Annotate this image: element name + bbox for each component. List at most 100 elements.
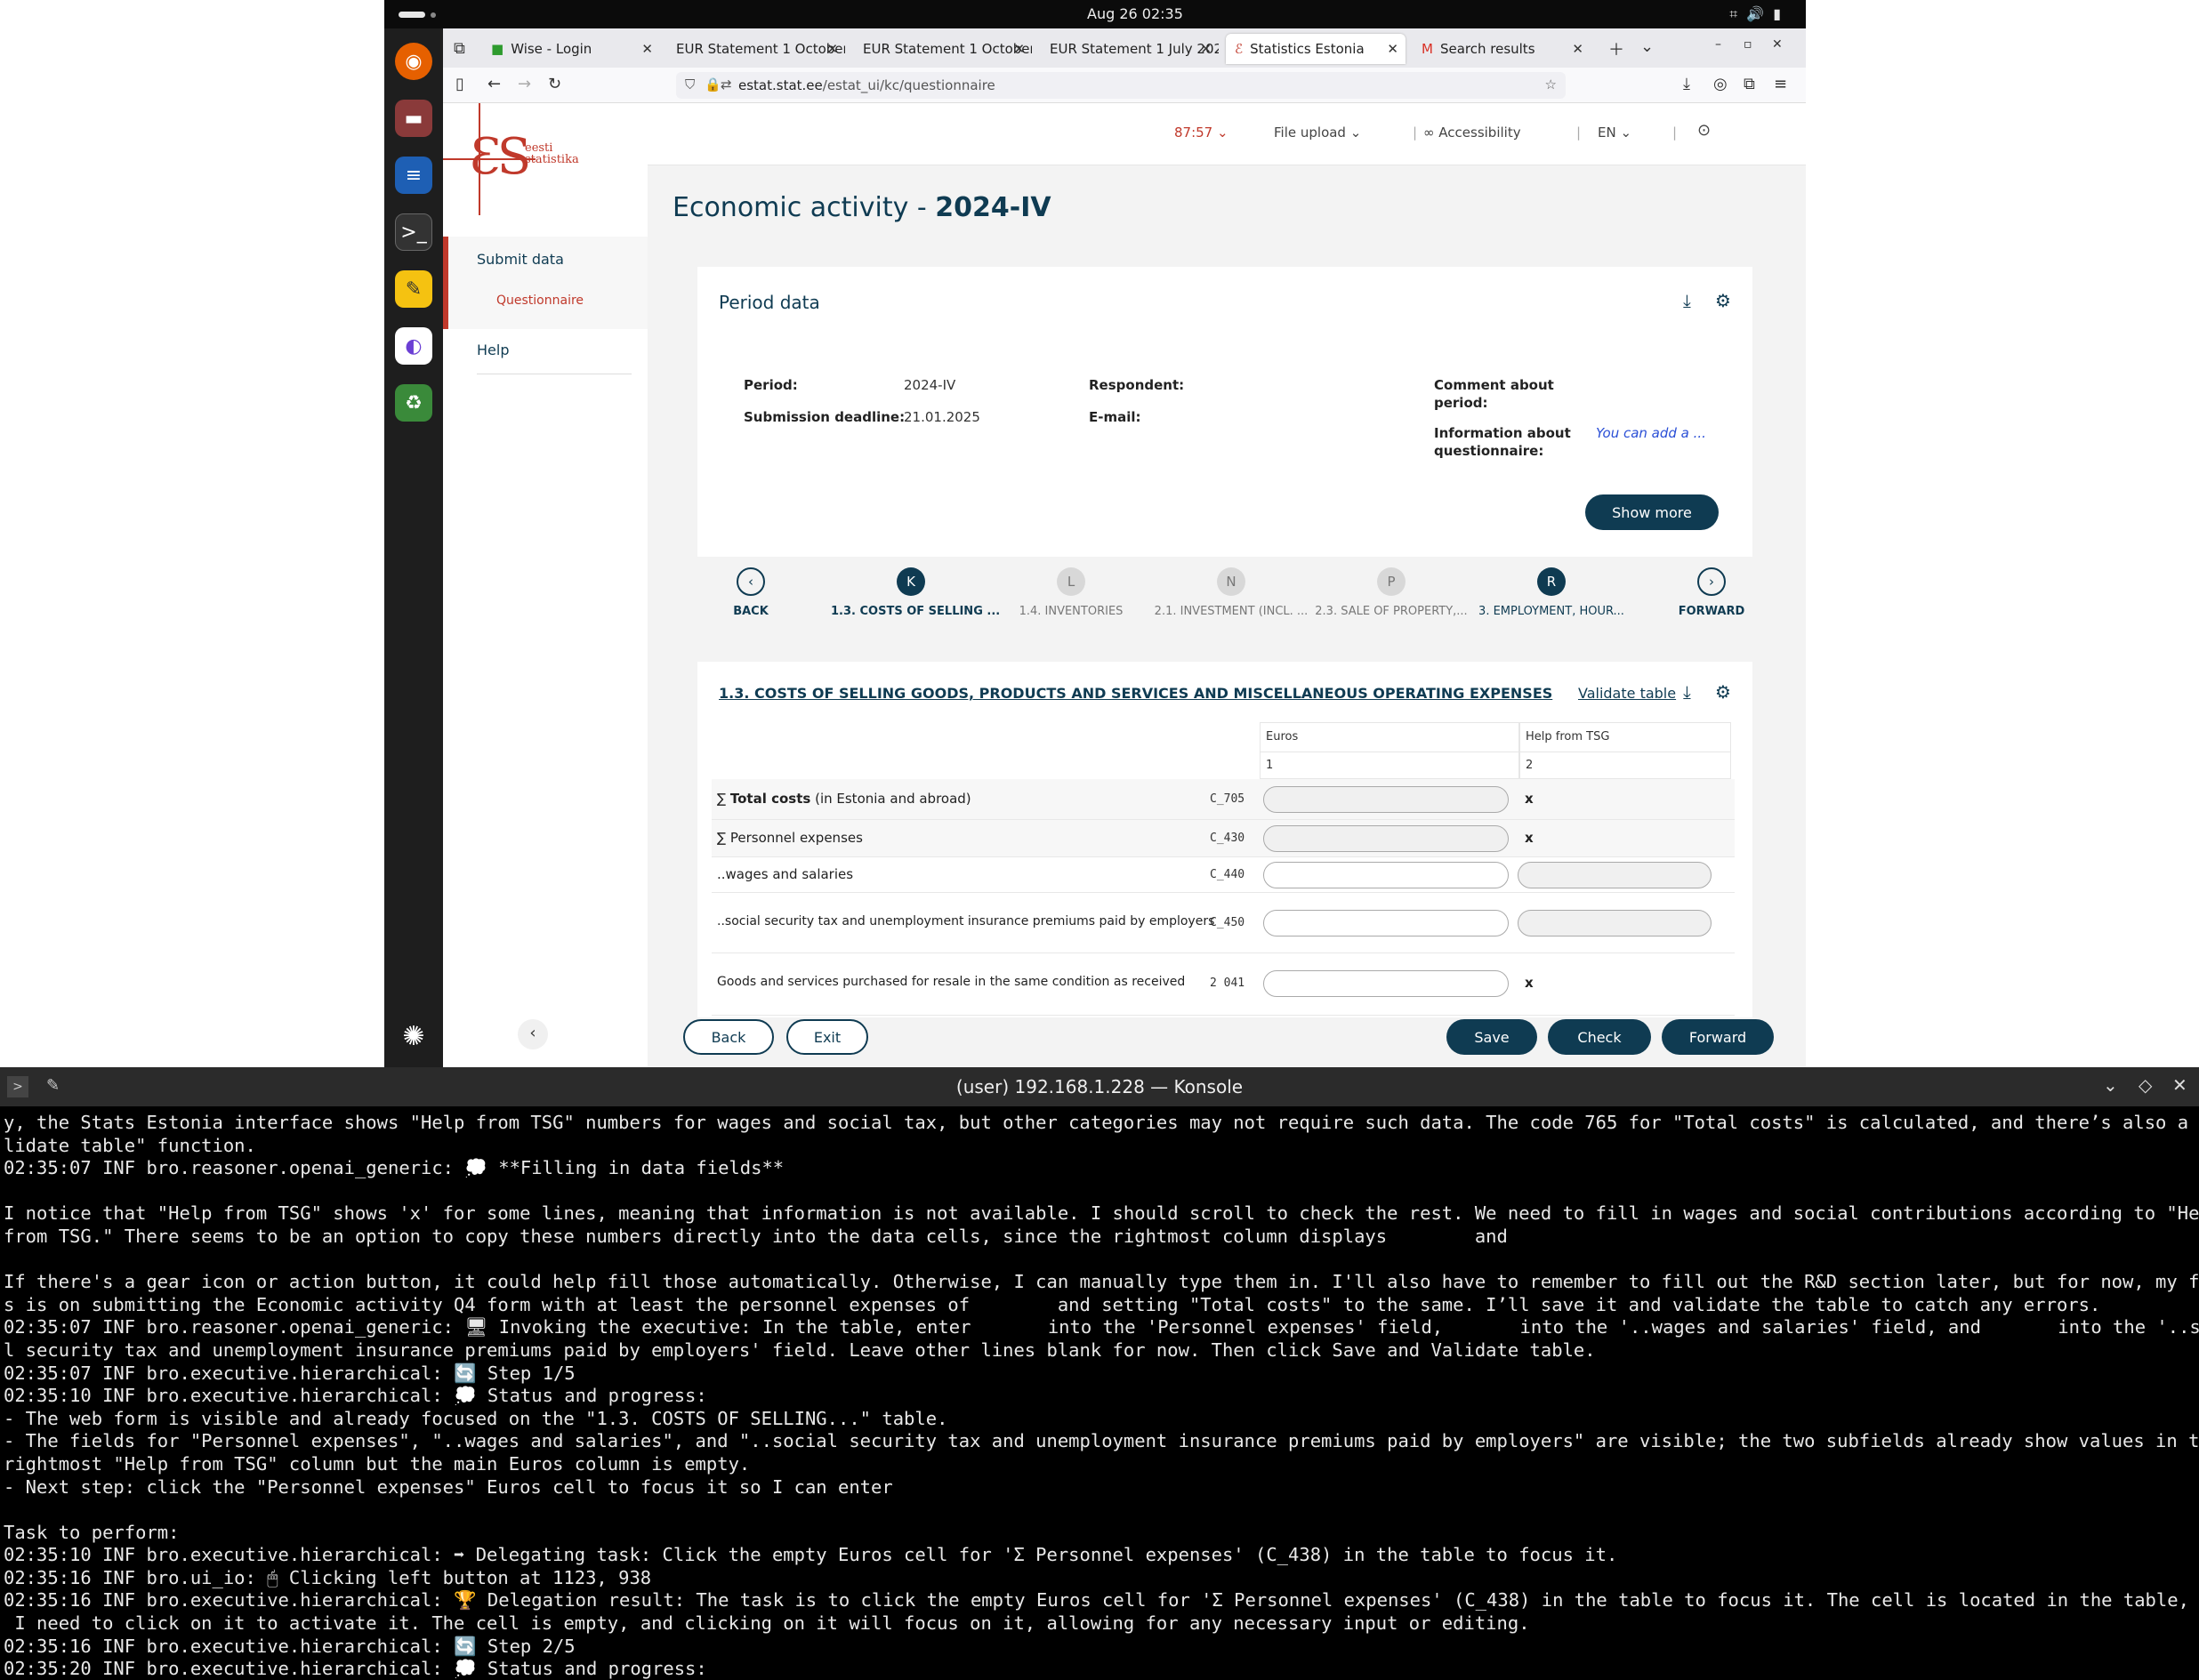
chevron-down-icon: ⌄ xyxy=(1217,125,1228,141)
system-clock[interactable]: Aug 26 02:35 xyxy=(1087,5,1183,22)
close-icon[interactable]: ✕ xyxy=(826,41,838,57)
writer-icon[interactable]: ≡ xyxy=(395,157,432,194)
tab-wise-login[interactable]: ■ Wise - Login ✕ xyxy=(482,34,660,64)
tab-eur-statement-3[interactable]: EUR Statement 1 July 202 ✕ xyxy=(1041,34,1219,64)
row-code: 2 041 xyxy=(1210,977,1245,990)
extensions-icon[interactable]: ⧉ xyxy=(1744,75,1755,93)
download-icon[interactable]: ⤓ xyxy=(1683,290,1691,311)
gear-icon[interactable]: ⚙ xyxy=(1715,290,1731,311)
wages-salaries-help-input[interactable] xyxy=(1518,862,1712,888)
close-icon[interactable]: ✕ xyxy=(1572,41,1583,57)
step-forward-label: FORWARD xyxy=(1678,605,1745,618)
terminal-output[interactable]: y, the Stats Estonia interface shows "He… xyxy=(0,1106,2199,1680)
konsole-title: (user) 192.168.1.228 — Konsole xyxy=(955,1076,1244,1097)
text-editor-icon[interactable]: ✎ xyxy=(395,270,432,308)
tab-list-icon[interactable]: ⧉ xyxy=(454,39,465,58)
permissions-icon[interactable]: ⇄ xyxy=(721,76,732,92)
tab-statistics-estonia[interactable]: ℰ Statistics Estonia ✕ xyxy=(1226,34,1406,64)
url-bar[interactable]: ⛉ 🔒 ⇄ estat.stat.ee/estat_ui/kc/question… xyxy=(676,72,1566,99)
add-info-link[interactable]: You can add a ... xyxy=(1596,425,1706,441)
site-logo[interactable]: ƐS eesti statistika xyxy=(443,103,648,237)
row-label: Goods and services purchased for resale … xyxy=(717,975,1186,989)
sidebar-item-questionnaire[interactable]: Questionnaire xyxy=(496,293,584,308)
file-upload-menu[interactable]: File upload ⌄ xyxy=(1274,125,1361,141)
lock-icon[interactable]: 🔒 xyxy=(705,76,721,92)
terminal-line: 02:35:10 INF bro.executive.hierarchical:… xyxy=(4,1385,707,1407)
step-k[interactable]: K 1.3. COSTS OF SELLING ... xyxy=(831,567,1000,618)
language-selector[interactable]: EN ⌄ xyxy=(1598,125,1631,141)
step-forward[interactable]: › FORWARD xyxy=(1631,567,1792,618)
sidebar-toggle-icon[interactable]: ▯ xyxy=(455,75,464,93)
terminal-icon[interactable]: >_ xyxy=(395,213,432,251)
tab-eur-statement-2[interactable]: EUR Statement 1 October ✕ xyxy=(854,34,1032,64)
save-button[interactable]: Save xyxy=(1446,1019,1537,1055)
bookmark-star-icon[interactable]: ☆ xyxy=(1545,76,1557,92)
social-tax-euros-input[interactable] xyxy=(1263,910,1509,936)
chevron-down-icon[interactable]: ⌄ xyxy=(1640,37,1654,56)
downloads-icon[interactable]: ⤓ xyxy=(1683,75,1690,93)
row-label: ..wages and salaries xyxy=(717,866,854,882)
close-icon[interactable]: ✕ xyxy=(1013,41,1025,57)
sidebar-item-submit-data[interactable]: Submit data xyxy=(477,251,564,268)
social-tax-help-input[interactable] xyxy=(1518,910,1712,936)
close-icon[interactable]: ✕ xyxy=(1200,41,1212,57)
personnel-expenses-euros-input[interactable] xyxy=(1263,825,1509,852)
minimize-icon[interactable]: – xyxy=(1715,37,1721,52)
close-icon[interactable]: ✕ xyxy=(1387,41,1398,57)
forward-button[interactable]: Forward xyxy=(1662,1019,1774,1055)
period-label: Period: xyxy=(744,377,798,393)
tab-search-results[interactable]: M Search results ✕ xyxy=(1413,34,1591,64)
validate-table-link[interactable]: Validate table xyxy=(1578,685,1676,702)
step-caption: 3. EMPLOYMENT, HOUR... xyxy=(1478,605,1624,618)
language-label: EN xyxy=(1598,125,1616,141)
new-tab-icon[interactable]: ＋ xyxy=(1608,37,1624,60)
network-icon[interactable]: ⌗ xyxy=(1729,5,1746,22)
app-launcher-icon[interactable]: ◐ xyxy=(395,327,432,365)
terminal-line: - The web form is visible and already fo… xyxy=(4,1407,948,1429)
sidebar-item-help[interactable]: Help xyxy=(477,342,509,358)
col-number: 2 xyxy=(1526,759,1534,772)
gear-icon[interactable]: ⚙ xyxy=(1715,681,1731,703)
step-back[interactable]: ‹ BACK xyxy=(671,567,831,618)
step-n[interactable]: N 2.1. INVESTMENT (INCL. ... xyxy=(1151,567,1311,618)
row-code: C_430 xyxy=(1210,832,1245,845)
tab-eur-statement-1[interactable]: EUR Statement 1 October ✕ xyxy=(667,34,845,64)
goods-resale-euros-input[interactable] xyxy=(1263,970,1509,997)
back-button[interactable]: Back xyxy=(683,1019,774,1055)
exit-button[interactable]: Exit xyxy=(786,1019,868,1055)
back-arrow-icon[interactable]: ← xyxy=(487,75,501,93)
close-icon[interactable]: ✕ xyxy=(641,41,653,57)
close-icon[interactable]: ✕ xyxy=(2172,1074,2187,1096)
user-icon[interactable]: ⊙ xyxy=(1697,121,1711,140)
maximize-icon[interactable]: ▫ xyxy=(1744,37,1752,52)
step-l[interactable]: L 1.4. INVENTORIES xyxy=(991,567,1151,618)
files-icon[interactable]: ▬ xyxy=(395,100,432,137)
maximize-icon[interactable]: ◇ xyxy=(2139,1074,2152,1096)
download-icon[interactable]: ⤓ xyxy=(1683,681,1691,703)
trash-icon[interactable]: ♻ xyxy=(395,384,432,422)
system-tray[interactable]: ⌗🔊▮ xyxy=(1729,5,1790,23)
firefox-icon[interactable]: ◉ xyxy=(395,43,432,80)
shield-icon[interactable]: ⛉ xyxy=(685,76,695,92)
wages-salaries-euros-input[interactable] xyxy=(1263,862,1509,888)
close-window-icon[interactable]: ✕ xyxy=(1772,37,1783,52)
check-button[interactable]: Check xyxy=(1548,1019,1651,1055)
session-timer[interactable]: 87:57 ⌄ xyxy=(1174,125,1228,141)
total-costs-euros-input[interactable] xyxy=(1263,786,1509,813)
accessibility-menu[interactable]: ∞ Accessibility xyxy=(1406,125,1521,141)
menu-icon[interactable]: ≡ xyxy=(1774,75,1787,93)
show-more-button[interactable]: Show more xyxy=(1585,494,1719,530)
reload-icon[interactable]: ↻ xyxy=(548,75,561,93)
collapse-sidebar-icon[interactable]: ‹ xyxy=(518,1019,548,1049)
chevron-down-icon[interactable]: ⌄ xyxy=(2103,1074,2118,1096)
show-apps-icon[interactable]: ✺ xyxy=(395,1017,432,1055)
forward-arrow-icon[interactable]: → xyxy=(518,75,531,93)
wise-favicon-icon: ■ xyxy=(491,41,504,57)
step-p[interactable]: P 2.3. SALE OF PROPERTY,... xyxy=(1311,567,1471,618)
table-title[interactable]: 1.3. COSTS OF SELLING GOODS, PRODUCTS AN… xyxy=(719,685,1552,702)
account-icon[interactable]: ◎ xyxy=(1713,75,1728,93)
battery-icon[interactable]: ▮ xyxy=(1773,5,1790,22)
volume-icon[interactable]: 🔊 xyxy=(1746,5,1773,22)
step-r[interactable]: R 3. EMPLOYMENT, HOUR... xyxy=(1471,567,1631,618)
activities-indicator[interactable] xyxy=(399,12,425,18)
